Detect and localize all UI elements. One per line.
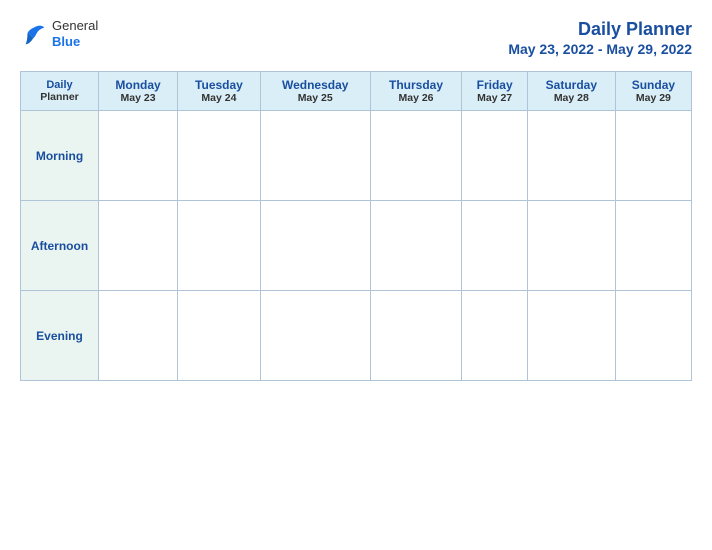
logo-area: General Blue: [20, 18, 98, 49]
cell-afternoon-wednesday[interactable]: [260, 201, 370, 291]
cell-evening-wednesday[interactable]: [260, 291, 370, 381]
title-area: Daily Planner May 23, 2022 - May 29, 202…: [508, 18, 692, 57]
logo-text: General Blue: [52, 18, 98, 49]
cell-morning-friday[interactable]: [462, 111, 528, 201]
col-header-thursday: ThursdayMay 26: [370, 72, 462, 111]
cell-afternoon-monday[interactable]: [99, 201, 178, 291]
col-header-monday: MondayMay 23: [99, 72, 178, 111]
cell-evening-sunday[interactable]: [615, 291, 691, 381]
cell-afternoon-friday[interactable]: [462, 201, 528, 291]
table-row-morning: Morning: [21, 111, 692, 201]
logo-bird-icon: [20, 20, 48, 48]
col-header-sunday: SundayMay 29: [615, 72, 691, 111]
row-label-evening: Evening: [21, 291, 99, 381]
first-col-header: Daily Planner: [21, 72, 99, 111]
table-row-afternoon: Afternoon: [21, 201, 692, 291]
cell-afternoon-thursday[interactable]: [370, 201, 462, 291]
cell-evening-saturday[interactable]: [527, 291, 615, 381]
cell-morning-wednesday[interactable]: [260, 111, 370, 201]
cell-afternoon-sunday[interactable]: [615, 201, 691, 291]
page-title: Daily Planner: [508, 18, 692, 41]
cell-morning-tuesday[interactable]: [178, 111, 261, 201]
cell-morning-thursday[interactable]: [370, 111, 462, 201]
table-row-evening: Evening: [21, 291, 692, 381]
cell-afternoon-saturday[interactable]: [527, 201, 615, 291]
cell-evening-monday[interactable]: [99, 291, 178, 381]
cell-afternoon-tuesday[interactable]: [178, 201, 261, 291]
col-header-wednesday: WednesdayMay 25: [260, 72, 370, 111]
header: General Blue Daily Planner May 23, 2022 …: [20, 18, 692, 57]
cell-morning-monday[interactable]: [99, 111, 178, 201]
cell-morning-sunday[interactable]: [615, 111, 691, 201]
cell-morning-saturday[interactable]: [527, 111, 615, 201]
cell-evening-tuesday[interactable]: [178, 291, 261, 381]
col-header-tuesday: TuesdayMay 24: [178, 72, 261, 111]
col-header-friday: FridayMay 27: [462, 72, 528, 111]
header-row: Daily Planner MondayMay 23TuesdayMay 24W…: [21, 72, 692, 111]
cell-evening-thursday[interactable]: [370, 291, 462, 381]
row-label-afternoon: Afternoon: [21, 201, 99, 291]
date-range: May 23, 2022 - May 29, 2022: [508, 41, 692, 57]
cell-evening-friday[interactable]: [462, 291, 528, 381]
col-header-saturday: SaturdayMay 28: [527, 72, 615, 111]
calendar-table: Daily Planner MondayMay 23TuesdayMay 24W…: [20, 71, 692, 381]
page: General Blue Daily Planner May 23, 2022 …: [0, 0, 712, 550]
row-label-morning: Morning: [21, 111, 99, 201]
